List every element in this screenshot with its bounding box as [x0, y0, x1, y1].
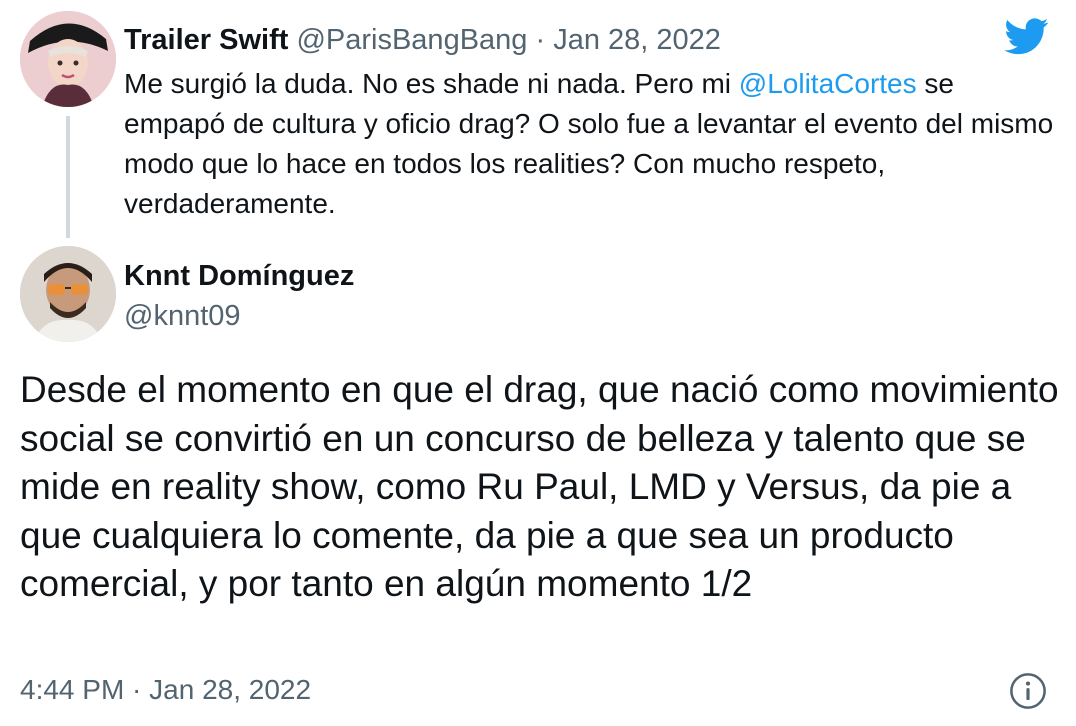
reply-timestamp[interactable]: 4:44 PM · Jan 28, 2022: [20, 672, 311, 708]
reply-author-handle[interactable]: @knnt09: [124, 298, 241, 334]
twitter-bird-icon[interactable]: [1002, 14, 1052, 58]
mention-link[interactable]: @LolitaCortes: [739, 68, 917, 99]
parent-avatar-image: [20, 11, 116, 107]
parent-author-meta[interactable]: @ParisBangBang · Jan 28, 2022: [296, 24, 720, 56]
parent-text-part-1: Me surgió la duda. No es shade ni nada. …: [124, 68, 739, 99]
parent-tweet-text: Me surgió la duda. No es shade ni nada. …: [124, 64, 1059, 224]
reply-tweet-text: Desde el momento en que el drag, que nac…: [20, 369, 1059, 604]
parent-avatar[interactable]: [20, 11, 116, 107]
parent-tweet-header: Trailer Swift @ParisBangBang · Jan 28, 2…: [124, 22, 721, 58]
thread-line: [66, 116, 70, 238]
reply-author-name[interactable]: Knnt Domínguez: [124, 258, 354, 294]
reply-avatar[interactable]: [20, 246, 116, 342]
info-icon[interactable]: [1009, 672, 1047, 710]
parent-author-name[interactable]: Trailer Swift: [124, 24, 288, 56]
reply-avatar-image: [20, 246, 116, 342]
